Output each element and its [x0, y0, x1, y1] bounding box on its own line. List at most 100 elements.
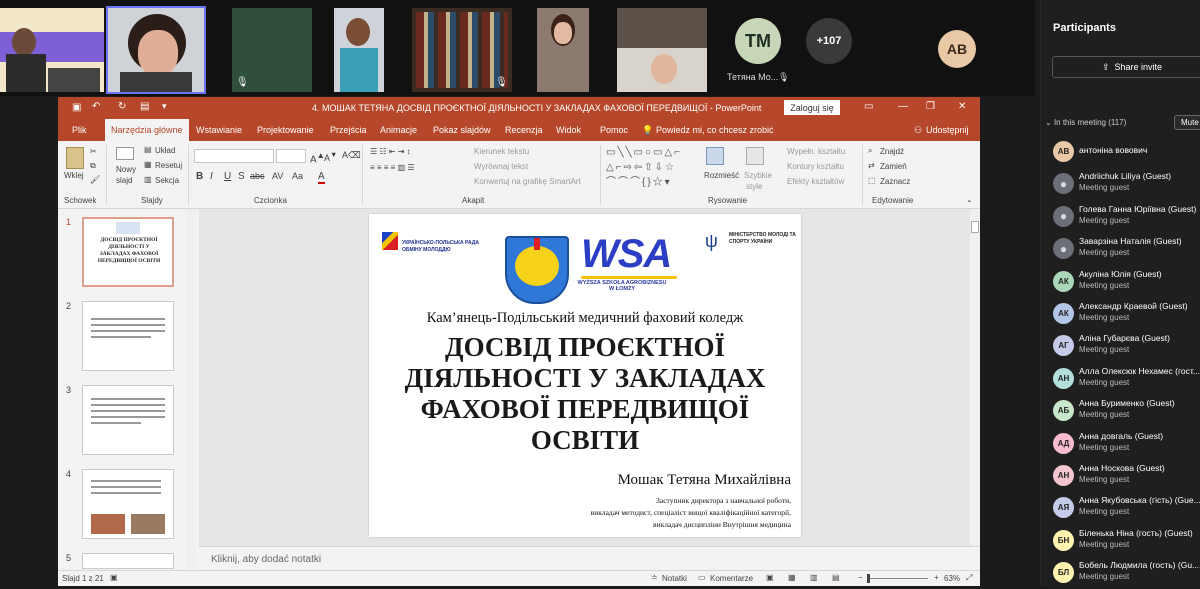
notes-button[interactable]: Notatki: [662, 574, 687, 583]
zoom-in-icon[interactable]: +: [934, 573, 939, 582]
spellcheck-icon[interactable]: ▣: [110, 573, 118, 582]
align-text-button[interactable]: Wyrównaj tekst: [474, 162, 528, 171]
thumbs-scrollbar[interactable]: [186, 209, 196, 569]
share-button[interactable]: Udostępnij: [926, 125, 969, 135]
new-slide-button-line2[interactable]: slajd: [116, 176, 132, 185]
participant-row[interactable]: АВ антоніна вовович: [1053, 136, 1200, 168]
video-tile-4[interactable]: [334, 8, 384, 92]
restore-icon[interactable]: ❐: [926, 101, 935, 112]
zoom-level[interactable]: 63%: [944, 574, 960, 583]
thumbnail-slide-1[interactable]: ДОСВІД ПРОЄКТНОЇ ДІЯЛЬНОСТІ У ЗАКЛАДАХ Ф…: [82, 217, 174, 287]
shape-effects-button[interactable]: Efekty kształtów: [787, 177, 844, 186]
participant-row[interactable]: АБ Анна Бурименко (Guest) Meeting guest: [1053, 395, 1200, 427]
participant-row[interactable]: АК Акуліна Юлія (Guest) Meeting guest: [1053, 266, 1200, 298]
slide-sorter-icon[interactable]: ▦: [788, 573, 796, 582]
select-button[interactable]: Zaznacz: [880, 177, 910, 186]
arrange-button[interactable]: Rozmieść: [704, 171, 739, 180]
thumbnail-slide-2[interactable]: [82, 301, 174, 371]
close-icon[interactable]: ✕: [958, 101, 966, 112]
zoom-slider-handle[interactable]: [867, 574, 870, 583]
customize-qat-icon[interactable]: ▾: [162, 101, 167, 112]
normal-view-icon[interactable]: ▣: [766, 573, 774, 582]
participant-row[interactable]: АН Анна Носкова (Guest) Meeting guest: [1053, 460, 1200, 492]
bullets-icon[interactable]: ☰ ☷ ⇤ ⇥ ↕: [370, 147, 411, 156]
participant-row[interactable]: АК Александр Краевой (Guest) Meeting guest: [1053, 298, 1200, 330]
redo-icon[interactable]: ↻: [118, 101, 126, 112]
participant-row[interactable]: ● Andriichuk Liliya (Guest) Meeting guest: [1053, 168, 1200, 200]
tab-view[interactable]: Widok: [556, 125, 581, 135]
video-tile-5[interactable]: 🎙: [412, 8, 512, 92]
video-tile-6[interactable]: [537, 8, 589, 92]
participant-row[interactable]: АН Алла Олексюк Нехамес (гост... Meeting g…: [1053, 363, 1200, 395]
ribbon-display-icon[interactable]: ▭: [864, 101, 873, 112]
quick-styles-button-line2[interactable]: style: [746, 182, 762, 191]
current-slide[interactable]: УКРАЇНСЬКО-ПОЛЬСЬКА РАДА ОБМІНУ МОЛОДДЮ …: [369, 214, 801, 537]
font-name-field[interactable]: [194, 149, 274, 163]
present-icon[interactable]: ▤: [140, 101, 149, 112]
notes-pane[interactable]: Kliknij, aby dodać notatki: [199, 546, 980, 570]
format-painter-icon[interactable]: 🖌: [90, 175, 100, 184]
slideshow-icon[interactable]: ▤: [832, 573, 840, 582]
tab-slideshow[interactable]: Pokaz slajdów: [433, 125, 491, 135]
undo-icon[interactable]: ↶: [92, 101, 100, 112]
shadow-button[interactable]: S: [238, 171, 245, 182]
overflow-count[interactable]: +107: [806, 18, 852, 64]
participant-row[interactable]: АЯ Анна Якубовська (гість) (Gue... Meeting…: [1053, 492, 1200, 524]
strikethrough-icon[interactable]: abc: [250, 171, 265, 181]
video-tile-3[interactable]: 🎙: [232, 8, 312, 92]
paste-icon[interactable]: [66, 147, 84, 169]
italic-button[interactable]: I: [210, 171, 213, 182]
save-icon[interactable]: ▣: [72, 102, 81, 113]
thumbnail-slide-3[interactable]: [82, 385, 174, 455]
reset-button[interactable]: Resetuj: [155, 161, 182, 170]
participant-row[interactable]: БН Біленька Ніна (гость) (Guest) Meeting g…: [1053, 525, 1200, 557]
tell-me-icon[interactable]: 💡: [642, 125, 653, 136]
video-tile-1[interactable]: [0, 8, 104, 92]
tab-design[interactable]: Projektowanie: [257, 125, 314, 135]
layout-button[interactable]: Układ: [155, 146, 175, 155]
bold-button[interactable]: B: [196, 171, 203, 182]
replace-button[interactable]: Zamień: [880, 162, 907, 171]
new-slide-icon[interactable]: [116, 147, 134, 160]
participant-row[interactable]: ● Голева Ганна Юріївна (Guest) Meeting gue…: [1053, 201, 1200, 233]
find-button[interactable]: Znajdź: [880, 147, 904, 156]
tab-transitions[interactable]: Przejścia: [330, 125, 367, 135]
grow-font-icon[interactable]: A▲: [310, 150, 325, 165]
quick-styles-icon[interactable]: [746, 147, 764, 165]
reading-view-icon[interactable]: ▥: [810, 573, 818, 582]
arrange-icon[interactable]: [706, 147, 724, 165]
section-button[interactable]: Sekcja: [155, 176, 179, 185]
zoom-slider[interactable]: [867, 574, 928, 583]
collapse-ribbon-icon[interactable]: ⌃: [966, 199, 973, 208]
tell-me-search[interactable]: Powiedz mi, co chcesz zrobić: [656, 125, 774, 135]
char-spacing-button[interactable]: AV: [272, 171, 283, 181]
participant-row[interactable]: АГ Аліна Губарєва (Guest) Meeting guest: [1053, 330, 1200, 362]
video-tile-7[interactable]: [617, 8, 707, 92]
shapes-gallery[interactable]: ▭╲╲▭○▭△⌐ △⌐⇨⇦⇧⇩☆ ⌒⌒⌒{}☆▾: [606, 145, 696, 191]
participant-row[interactable]: ● Заварзіна Наталія (Guest) Meeting guest: [1053, 233, 1200, 265]
underline-button[interactable]: U: [224, 171, 231, 182]
login-button[interactable]: Zaloguj się: [784, 100, 840, 115]
clear-format-icon[interactable]: A⌫: [342, 150, 361, 161]
new-slide-button[interactable]: Nowy: [116, 165, 136, 174]
shape-fill-button[interactable]: Wypełn. kształtu: [787, 147, 845, 156]
shape-outline-button[interactable]: Kontury kształtu: [787, 162, 844, 171]
participant-row[interactable]: АД Анна довгаль (Guest) Meeting guest: [1053, 428, 1200, 460]
font-size-field[interactable]: [276, 149, 306, 163]
copy-icon[interactable]: ⧉: [90, 161, 96, 171]
tab-home[interactable]: Narzędzia główne: [105, 119, 189, 141]
tab-insert[interactable]: Wstawianie: [196, 125, 242, 135]
slide-scrollbar[interactable]: [970, 209, 980, 546]
thumbnail-slide-5[interactable]: [82, 553, 174, 569]
share-invite-button[interactable]: ⇪ Share invite: [1052, 56, 1200, 78]
minimize-icon[interactable]: —: [898, 101, 908, 112]
text-direction-button[interactable]: Kierunek tekstu: [474, 147, 529, 156]
smartart-button[interactable]: Konwertuj na grafikę SmartArt: [474, 177, 581, 186]
shrink-font-icon[interactable]: A▼: [324, 150, 337, 163]
avatar-tm[interactable]: TM: [735, 18, 781, 64]
mute-all-button[interactable]: Mute: [1174, 115, 1200, 130]
video-tile-speaker[interactable]: [106, 6, 206, 94]
notes-placeholder[interactable]: Kliknij, aby dodać notatki: [211, 554, 321, 565]
thumbnail-slide-4[interactable]: [82, 469, 174, 539]
change-case-button[interactable]: Aa: [292, 171, 303, 181]
